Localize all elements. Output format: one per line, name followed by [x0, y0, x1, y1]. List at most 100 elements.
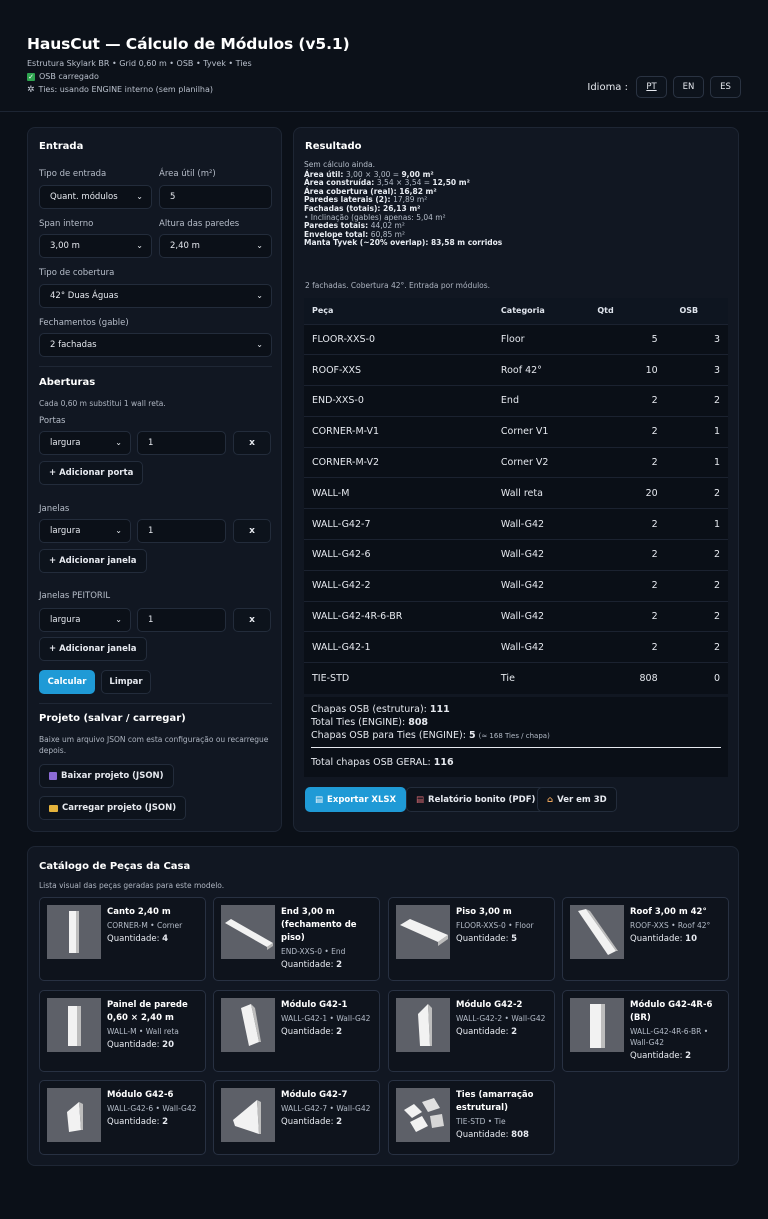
span-select[interactable]: 3,00 m ⌄: [39, 234, 152, 258]
page-title: HausCut — Cálculo de Módulos (v5.1): [27, 35, 350, 53]
col-osb: OSB: [657, 298, 728, 324]
piece-meta: WALL-G42-2 • Wall-G42: [456, 1014, 546, 1023]
table-row: CORNER-M-V1 Corner V1 2 1: [304, 415, 728, 448]
catalog-card: Módulo G42-4R-6 (BR) WALL-G42-4R-6-BR • W…: [562, 990, 729, 1072]
chevron-down-icon: ⌄: [115, 526, 122, 535]
catalog-card: Painel de parede 0,60 × 2,40 m WALL-M • W…: [39, 990, 206, 1072]
cell-peca: ROOF-XXS: [304, 354, 501, 386]
porta-qty-input[interactable]: 1: [137, 431, 226, 455]
peitoril-remove-button[interactable]: x: [233, 608, 271, 632]
cell-categoria: Tie: [500, 662, 598, 694]
cell-categoria: End: [500, 385, 598, 417]
cell-categoria: Wall-G42: [500, 539, 598, 571]
totals-divider: [311, 747, 721, 748]
fechamentos-select[interactable]: 2 fachadas ⌄: [39, 333, 272, 357]
janela-remove-button[interactable]: x: [233, 519, 271, 543]
altura-select[interactable]: 2,40 m ⌄: [159, 234, 272, 258]
peitoril-qty-input[interactable]: 1: [137, 608, 226, 632]
piece-quantity: Quantidade: 2: [630, 1051, 692, 1061]
table-row: TIE-STD Tie 808 0: [304, 662, 728, 694]
col-qtd: Qtd: [597, 298, 658, 324]
relatorio-pdf-button[interactable]: ▤ Relatório bonito (PDF): [406, 787, 546, 812]
page-subtitle: Estrutura Skylark BR • Grid 0,60 m • OSB…: [27, 59, 252, 68]
table-row: CORNER-M-V2 Corner V2 2 1: [304, 446, 728, 478]
cell-peca: CORNER-M-V2: [304, 446, 501, 478]
piece-meta: WALL-M • Wall reta: [107, 1027, 179, 1036]
cell-peca: WALL-G42-2: [304, 569, 501, 602]
catalog-card: Módulo G42-6 WALL-G42-6 • Wall-G42 Quantid…: [39, 1080, 206, 1155]
resultado-line: Sem cálculo ainda.: [304, 160, 375, 169]
piece-thumbnail: [221, 998, 275, 1052]
peitoril-label: Janelas PEITORIL: [39, 591, 111, 601]
piece-meta: WALL-G42-4R-6-BR • Wall-G42: [630, 1027, 709, 1047]
cell-peca: WALL-G42-4R-6-BR: [304, 600, 501, 632]
cobertura-label: Tipo de cobertura: [39, 268, 115, 278]
piece-quantity: Quantidade: 2: [281, 1027, 343, 1037]
add-porta-button[interactable]: + Adicionar porta: [39, 461, 144, 485]
piece-name: Roof 3,00 m 42°: [630, 907, 707, 917]
divider: [39, 366, 272, 367]
porta-remove-button[interactable]: x: [233, 431, 271, 455]
cell-peca: WALL-G42-7: [304, 508, 501, 540]
piece-name: Painel de parede 0,60 × 2,40 m: [107, 1000, 188, 1023]
language-label: Idioma :: [587, 81, 628, 93]
tipo-entrada-select[interactable]: Quant. módulos ⌄: [39, 185, 152, 209]
resultado-line: Manta Tyvek (~20% overlap): 83,58 m corr…: [304, 238, 503, 248]
col-peca: Peça: [304, 298, 501, 324]
cell-categoria: Wall-G42: [500, 631, 598, 663]
piece-quantity: Quantidade: 2: [456, 1027, 518, 1037]
piece-name: Módulo G42-7: [281, 1090, 348, 1100]
catalog-card: Piso 3,00 m FLOOR-XXS-0 • Floor Quantidade…: [388, 897, 555, 981]
area-util-label: Área útil (m²): [159, 169, 216, 179]
chevron-down-icon: ⌄: [256, 241, 263, 250]
total-osb-ties: Chapas OSB para Ties (ENGINE): 5 (≈ 168 …: [311, 730, 550, 741]
piece-thumbnail: [47, 1088, 101, 1142]
calcular-button[interactable]: Calcular: [39, 670, 95, 694]
catalog-card: Módulo G42-1 WALL-G42-1 • Wall-G42 Quantid…: [213, 990, 380, 1072]
piece-meta: WALL-G42-6 • Wall-G42: [107, 1104, 197, 1113]
cell-qtd: 2: [597, 508, 658, 540]
peitoril-dimension-select[interactable]: largura ⌄: [39, 608, 131, 632]
janela-dimension-select[interactable]: largura ⌄: [39, 519, 131, 543]
piece-thumbnail: [570, 905, 624, 959]
piece-name: Módulo G42-4R-6 (BR): [630, 1000, 713, 1023]
add-janela-button[interactable]: + Adicionar janela: [39, 549, 147, 573]
porta-dimension-select[interactable]: largura ⌄: [39, 431, 131, 455]
projeto-title: Projeto (salvar / carregar): [39, 713, 186, 724]
cell-osb: 2: [657, 569, 728, 602]
piece-thumbnail: [396, 1088, 450, 1142]
language-selector: Idioma : PT EN ES: [587, 76, 741, 98]
cell-qtd: 808: [597, 662, 658, 694]
piece-quantity: Quantidade: 2: [281, 960, 343, 970]
fechamentos-label: Fechamentos (gable): [39, 318, 129, 328]
aberturas-title: Aberturas: [39, 377, 96, 388]
janela-qty-input[interactable]: 1: [137, 519, 226, 543]
cell-osb: 1: [657, 415, 728, 448]
lang-pt-button[interactable]: PT: [636, 76, 667, 98]
altura-label: Altura das paredes: [159, 219, 240, 229]
piece-name: Módulo G42-1: [281, 1000, 348, 1010]
piece-thumbnail: [221, 1088, 275, 1142]
baixar-projeto-button[interactable]: Baixar projeto (JSON): [39, 764, 174, 788]
cobertura-select[interactable]: 42° Duas Águas ⌄: [39, 284, 272, 308]
chevron-down-icon: ⌄: [256, 291, 263, 300]
exportar-xlsx-button[interactable]: ▤ Exportar XLSX: [305, 787, 407, 812]
catalog-card: Canto 2,40 m CORNER-M • Corner Quantidade:…: [39, 897, 206, 981]
ver-3d-button[interactable]: ⌂ Ver em 3D: [537, 787, 617, 812]
chevron-down-icon: ⌄: [256, 340, 263, 349]
piece-quantity: Quantidade: 20: [107, 1040, 175, 1050]
piece-name: Canto 2,40 m: [107, 907, 171, 917]
table-row: FLOOR-XXS-0 Floor 5 3: [304, 323, 728, 355]
carregar-projeto-button[interactable]: Carregar projeto (JSON): [39, 796, 187, 820]
add-peitoril-button[interactable]: + Adicionar janela: [39, 637, 147, 661]
lang-en-button[interactable]: EN: [673, 76, 704, 98]
area-util-input[interactable]: 5: [159, 185, 272, 209]
resultado-summary: Sem cálculo ainda. Área útil: 3,00 × 3,00…: [304, 160, 503, 248]
cell-categoria: Floor: [500, 323, 598, 355]
lang-es-button[interactable]: ES: [710, 76, 741, 98]
piece-thumbnail: [47, 905, 101, 959]
projeto-note: Baixe um arquivo JSON com esta configura…: [39, 735, 269, 755]
chevron-down-icon: ⌄: [136, 192, 143, 201]
cell-qtd: 2: [597, 415, 658, 448]
limpar-button[interactable]: Limpar: [101, 670, 151, 694]
